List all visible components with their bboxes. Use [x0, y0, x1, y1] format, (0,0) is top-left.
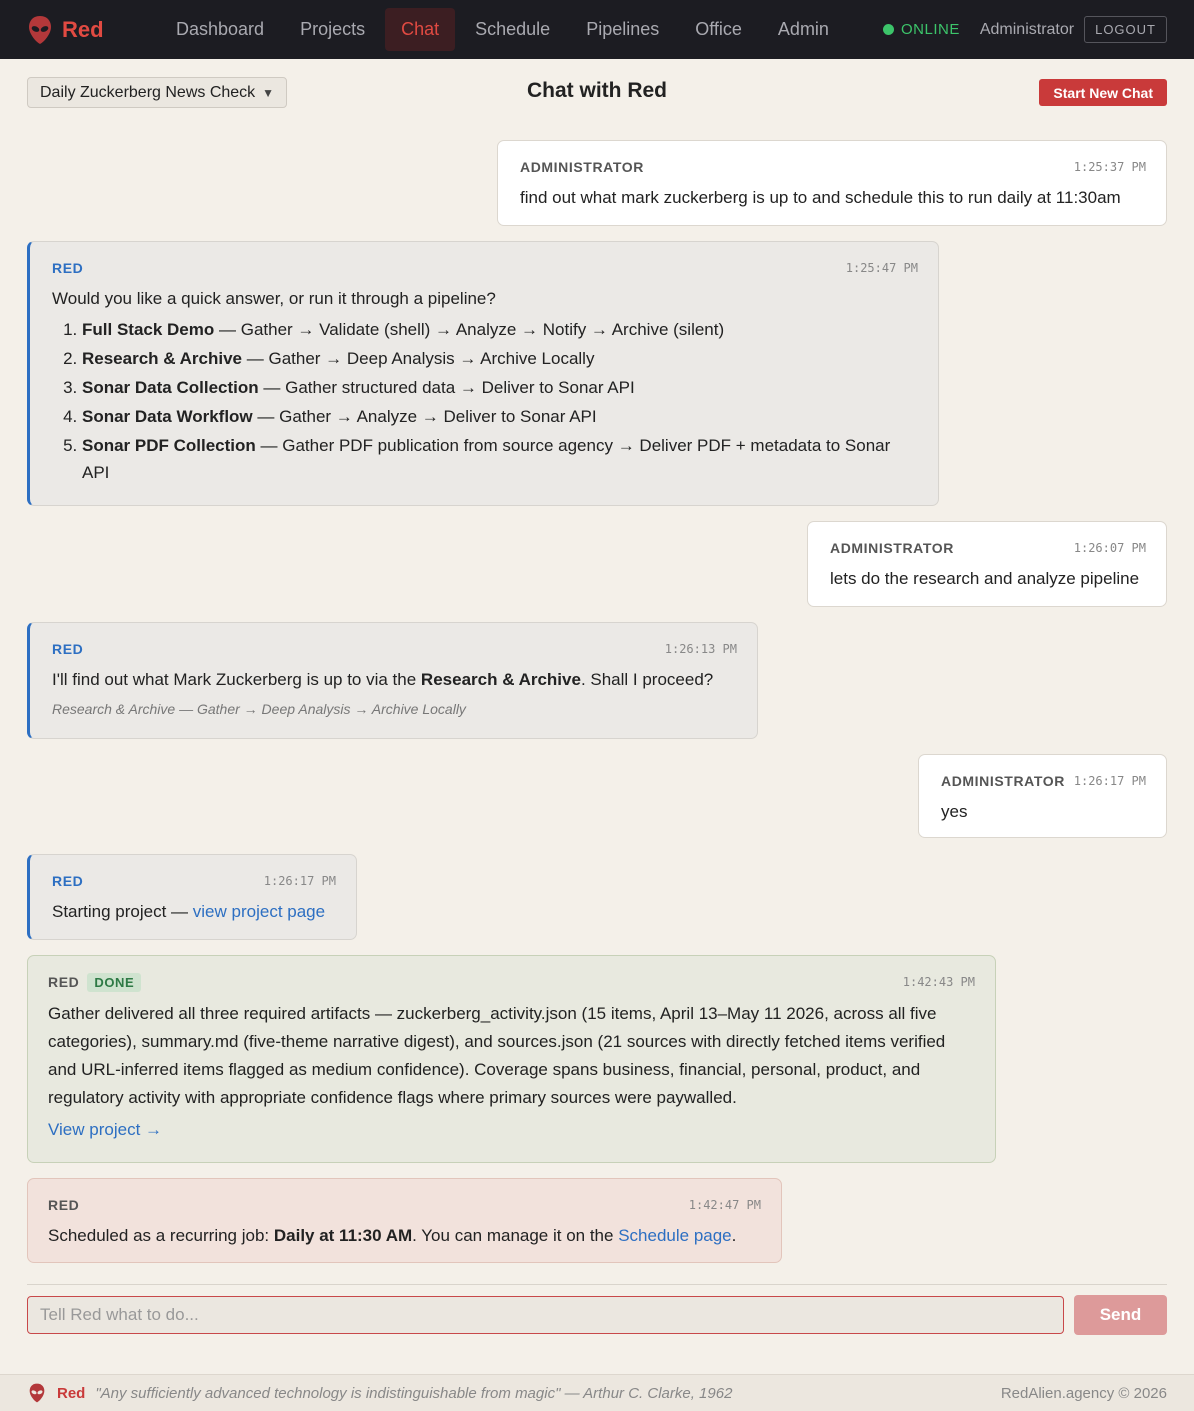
- nav-item-pipelines[interactable]: Pipelines: [570, 8, 675, 51]
- pipeline-options-list: Full Stack Demo — Gather → Validate (she…: [82, 316, 918, 486]
- assistant-schedule-message: RED 1:42:47 PM Scheduled as a recurring …: [27, 1178, 782, 1263]
- assistant-result-message: RED DONE 1:42:43 PM Gather delivered all …: [27, 955, 996, 1163]
- message-sender: RED: [52, 641, 84, 657]
- message-sender: RED: [52, 873, 84, 889]
- nav-item-admin[interactable]: Admin: [762, 8, 845, 51]
- nav-item-projects[interactable]: Projects: [284, 8, 381, 51]
- message-time: 1:25:37 PM: [1073, 160, 1146, 174]
- current-user: Administrator: [979, 20, 1075, 38]
- brand[interactable]: Red: [28, 15, 160, 45]
- pipeline-option-name: Research & Archive: [82, 349, 243, 368]
- footer-copyright: RedAlien.agency © 2026: [1000, 1384, 1167, 1402]
- start-new-chat-button[interactable]: Start New Chat: [1039, 79, 1167, 106]
- page-title: Chat with Red: [527, 79, 667, 102]
- pipeline-option-name: Sonar Data Workflow: [82, 407, 253, 426]
- pipeline-option: Research & Archive — Gather → Deep Analy…: [82, 345, 918, 372]
- nav-item-schedule[interactable]: Schedule: [459, 8, 566, 51]
- message-sender-group: RED DONE: [48, 972, 142, 992]
- footer-quote: "Any sufficiently advanced technology is…: [95, 1384, 733, 1402]
- brand-name: Red: [62, 16, 104, 42]
- pipeline-option-desc: — Gather → Analyze → Deliver to Sonar AP…: [257, 407, 597, 426]
- pipeline-option-name: Full Stack Demo: [82, 320, 215, 339]
- message-text: I'll find out what Mark Zuckerberg is up…: [52, 667, 737, 693]
- message-text-part: . Shall I proceed?: [580, 670, 714, 689]
- nav-item-office[interactable]: Office: [679, 8, 758, 51]
- assistant-message: RED 1:26:17 PM Starting project — view p…: [27, 854, 357, 940]
- user-message: ADMINISTRATOR 1:25:37 PM find out what m…: [497, 140, 1167, 226]
- message-time: 1:25:47 PM: [845, 261, 918, 275]
- message-sender: ADMINISTRATOR: [520, 159, 644, 175]
- assistant-message: RED 1:25:47 PM Would you like a quick an…: [27, 241, 939, 506]
- message-time: 1:26:07 PM: [1073, 541, 1146, 555]
- message-sender: ADMINISTRATOR: [830, 540, 954, 556]
- message-time: 1:42:47 PM: [688, 1198, 761, 1212]
- schedule-value: Daily at 11:30 AM: [273, 1226, 413, 1245]
- pipeline-option-desc: — Gather → Validate (shell) → Analyze → …: [219, 320, 725, 339]
- pipeline-option: Sonar Data Workflow — Gather → Analyze →…: [82, 403, 918, 430]
- footer: Red "Any sufficiently advanced technolog…: [0, 1374, 1194, 1411]
- pipeline-option-name: Sonar PDF Collection: [82, 436, 256, 455]
- message-sender: RED: [48, 1197, 80, 1213]
- message-text: Starting project — view project page: [52, 899, 336, 925]
- message-text-part: Scheduled as a recurring job:: [48, 1226, 274, 1245]
- message-text: lets do the research and analyze pipelin…: [830, 569, 1140, 588]
- message-text-part: Starting project —: [52, 902, 193, 921]
- message-sender: RED: [52, 260, 84, 276]
- composer-divider: [27, 1284, 1167, 1285]
- logout-button[interactable]: LOGOUT: [1084, 16, 1167, 43]
- view-project-link[interactable]: View project →: [48, 1120, 162, 1139]
- online-status: ONLINE: [900, 21, 960, 38]
- message-sender: ADMINISTRATOR: [941, 773, 1065, 789]
- user-message: ADMINISTRATOR 1:26:17 PM yes: [918, 754, 1167, 838]
- message-time: 1:26:13 PM: [664, 642, 737, 656]
- footer-brand: Red: [57, 1384, 86, 1402]
- message-text: Scheduled as a recurring job: Daily at 1…: [48, 1223, 761, 1249]
- alien-logo-icon: [29, 1383, 45, 1403]
- message-time: 1:26:17 PM: [1073, 774, 1146, 788]
- nav-right: ONLINE Administrator LOGOUT: [882, 0, 1167, 59]
- message-text-part: .: [731, 1226, 737, 1245]
- chat-input[interactable]: [27, 1296, 1064, 1334]
- send-button[interactable]: Send: [1074, 1295, 1167, 1335]
- message-text: yes: [941, 802, 968, 821]
- pipeline-option-desc: — Gather structured data → Deliver to So…: [263, 378, 635, 397]
- message-time: 1:26:17 PM: [263, 874, 336, 888]
- alien-logo-icon: [29, 15, 51, 44]
- message-time: 1:42:43 PM: [902, 975, 975, 989]
- pipeline-option: Full Stack Demo — Gather → Validate (she…: [82, 316, 918, 343]
- message-text-part: . You can manage it on the: [412, 1226, 619, 1245]
- pipeline-option-desc: — Gather → Deep Analysis → Archive Local…: [246, 349, 595, 368]
- pipeline-option: Sonar Data Collection — Gather structure…: [82, 374, 918, 401]
- message-text: Gather delivered all three required arti…: [48, 1004, 946, 1107]
- online-status-dot-icon: [882, 24, 894, 35]
- message-text-part: I'll find out what Mark Zuckerberg is up…: [52, 670, 421, 689]
- pipeline-summary: Research & Archive — Gather → Deep Analy…: [52, 701, 466, 717]
- pipeline-option-name: Sonar Data Collection: [82, 378, 259, 397]
- nav-item-chat[interactable]: Chat: [385, 8, 456, 51]
- status-badge: DONE: [87, 973, 142, 992]
- user-message: ADMINISTRATOR 1:26:07 PM lets do the res…: [807, 521, 1167, 607]
- view-project-page-link[interactable]: view project page: [193, 902, 325, 921]
- message-text: find out what mark zuckerberg is up to a…: [520, 188, 1121, 207]
- top-navbar: Red Dashboard Projects Chat Schedule Pip…: [0, 0, 1194, 59]
- nav-item-dashboard[interactable]: Dashboard: [160, 8, 280, 51]
- message-text: Would you like a quick answer, or run it…: [52, 289, 496, 308]
- schedule-page-link[interactable]: Schedule page: [618, 1226, 731, 1245]
- pipeline-option: Sonar PDF Collection — Gather PDF public…: [82, 432, 918, 486]
- nav-menu: Dashboard Projects Chat Schedule Pipelin…: [160, 8, 849, 51]
- assistant-message: RED 1:26:13 PM I'll find out what Mark Z…: [27, 622, 758, 739]
- pipeline-name: Research & Archive: [420, 670, 581, 689]
- message-sender: RED: [48, 974, 80, 990]
